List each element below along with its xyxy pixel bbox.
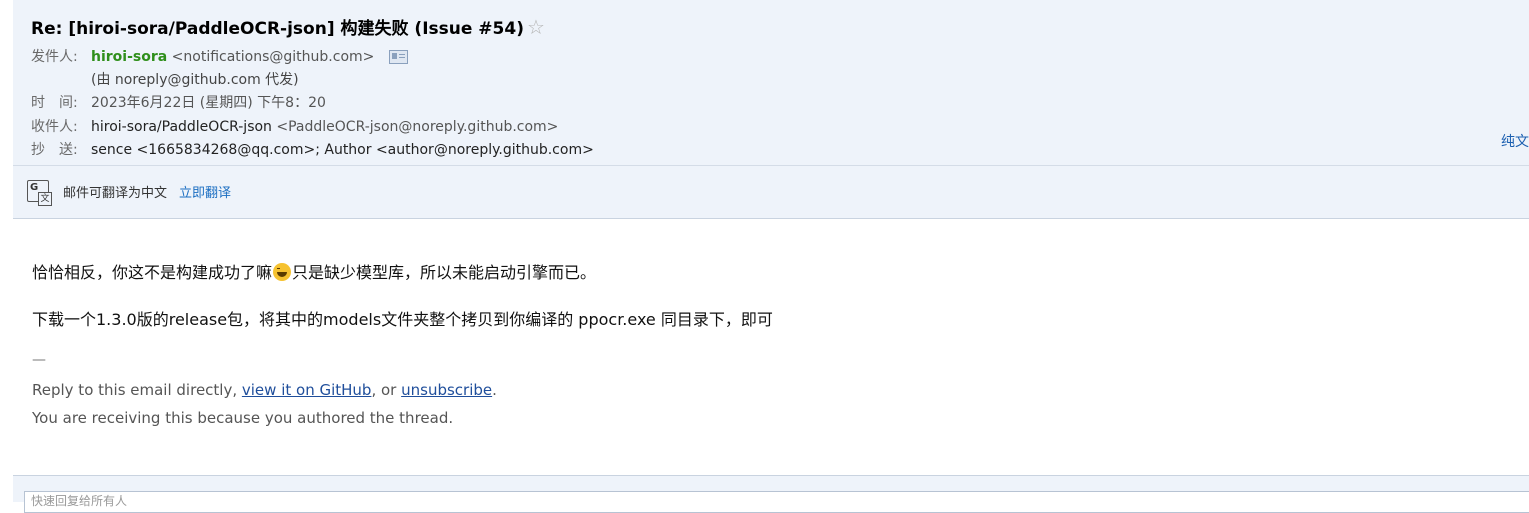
time-row: 时 间: 2023年6月22日 (星期四) 下午8：20 (31, 92, 326, 112)
signature-dash: — (32, 352, 46, 368)
cc-label: 抄 送: (31, 142, 78, 158)
to-label: 收件人: (31, 119, 78, 135)
to-name[interactable]: hiroi-sora/PaddleOCR-json (91, 119, 272, 135)
view-on-github-link[interactable]: view it on GitHub (242, 381, 372, 399)
quick-reply-input[interactable]: 快速回复给所有人 (24, 491, 1529, 513)
contact-card-icon[interactable] (388, 50, 408, 64)
subject-text: Re: [hiroi-sora/PaddleOCR-json] 构建失败 (Is… (31, 19, 524, 39)
sender-via: (由 noreply@github.com 代发) (91, 72, 299, 88)
translate-now-link[interactable]: 立即翻译 (179, 182, 231, 201)
star-outline-icon[interactable]: ☆ (527, 17, 545, 37)
body-line-2: 下载一个1.3.0版的release包，将其中的models文件夹整个拷贝到你编… (32, 310, 773, 329)
email-header: Re: [hiroi-sora/PaddleOCR-json] 构建失败 (Is… (13, 0, 1529, 219)
translate-text: 邮件可翻译为中文 (63, 185, 168, 201)
signature-reply-line: Reply to this email directly, view it on… (32, 381, 497, 399)
from-row: 发件人: hiroi-sora <notifications@github.com… (31, 46, 408, 66)
reply-prefix: Reply to this email directly, (32, 381, 242, 399)
sender-name[interactable]: hiroi-sora (91, 49, 167, 65)
from-label: 发件人: (31, 49, 78, 65)
plaintext-link[interactable]: 纯文 (1501, 131, 1529, 151)
quick-reply-area: 快速回复给所有人 (13, 475, 1529, 513)
translate-icon: G文 (27, 180, 52, 206)
body-line-1: 恰恰相反，你这不是构建成功了嘛 只是缺少模型库，所以未能启动引擎而已。 (32, 259, 596, 283)
signature-receiving-line: You are receiving this because you autho… (32, 409, 454, 427)
time-value: 2023年6月22日 (星期四) 下午8：20 (91, 95, 326, 111)
period: . (492, 381, 497, 399)
time-label: 时 间: (31, 95, 78, 111)
to-row: 收件人: hiroi-sora/PaddleOCR-json <PaddleOCR… (31, 116, 558, 136)
cc-row: 抄 送: sence <1665834268@qq.com>; Author <a… (31, 139, 594, 159)
translate-bar: G文 邮件可翻译为中文 立即翻译 (27, 180, 231, 206)
header-divider (13, 165, 1529, 166)
unsubscribe-link[interactable]: unsubscribe (401, 381, 492, 399)
body-line-1-start: 恰恰相反，你这不是构建成功了嘛 (32, 263, 273, 282)
sender-address: <notifications@github.com> (171, 49, 375, 65)
body-line-1-end: 只是缺少模型库，所以未能启动引擎而已。 (292, 263, 597, 282)
cc-value[interactable]: sence <1665834268@qq.com>; Author <autho… (91, 142, 594, 158)
to-address: <PaddleOCR-json@noreply.github.com> (276, 119, 559, 135)
or-text: , or (371, 381, 402, 399)
email-subject: Re: [hiroi-sora/PaddleOCR-json] 构建失败 (Is… (31, 14, 545, 40)
grinning-emoji-icon (273, 263, 292, 281)
